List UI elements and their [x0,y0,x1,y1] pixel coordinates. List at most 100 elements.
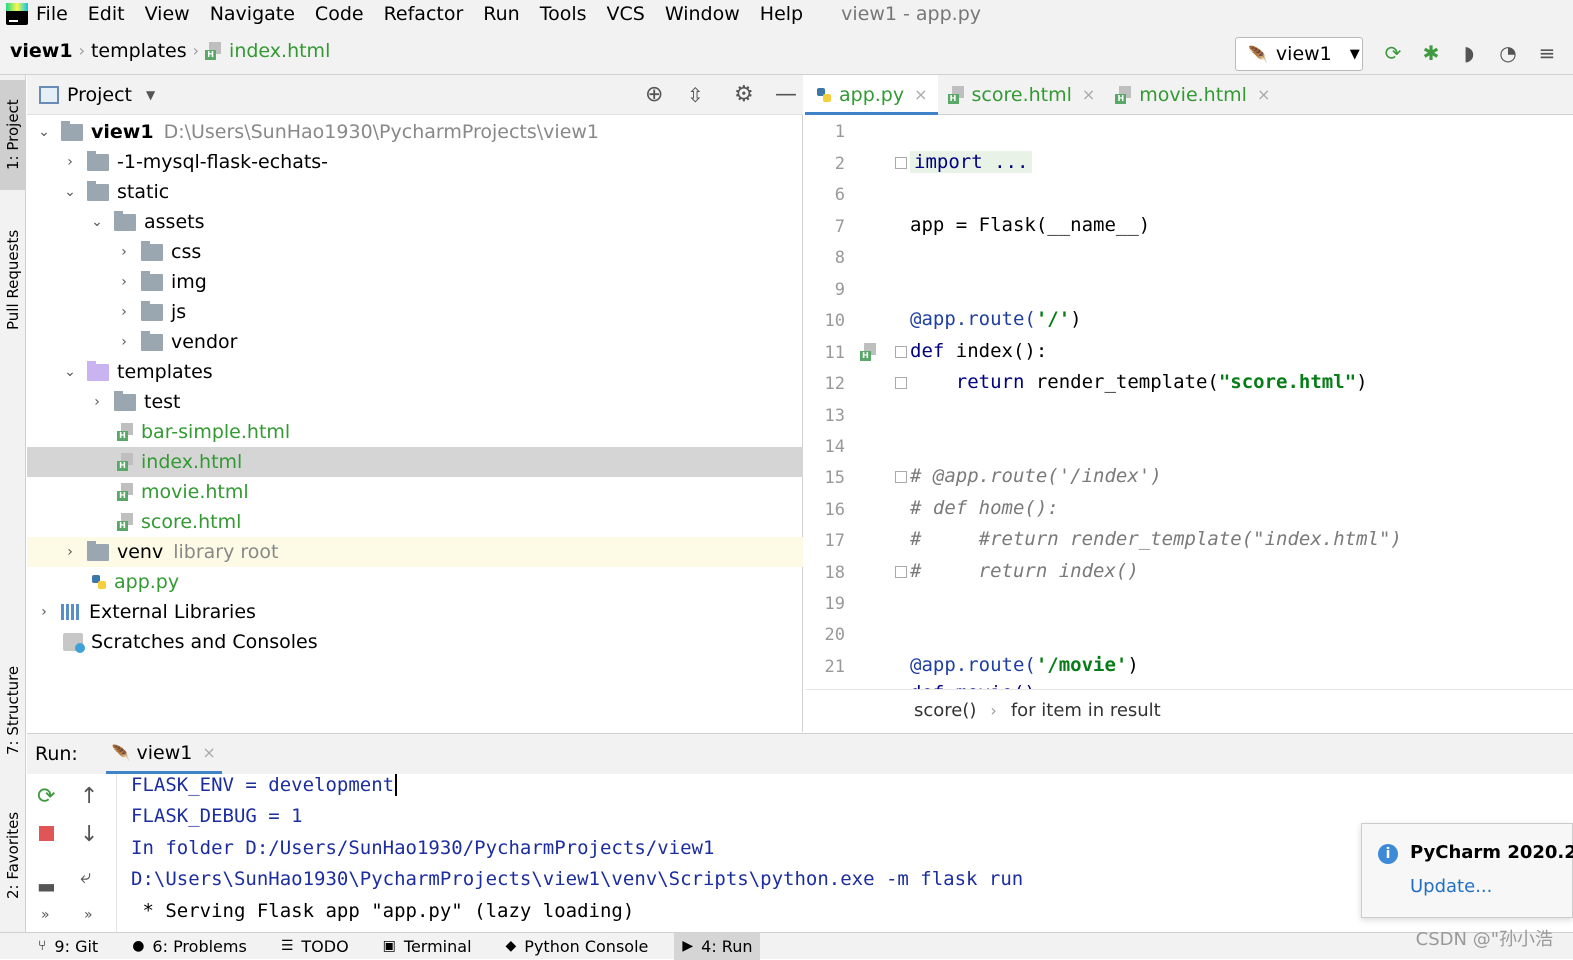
profile-icon[interactable]: ◔ [1497,42,1519,64]
code-line-comment[interactable]: # def home(): [910,497,1059,519]
run-tab-view1[interactable]: 🪶 view1 × [105,734,222,774]
tree-item-external-libraries[interactable]: › External Libraries [27,597,803,627]
rerun-icon[interactable]: ⟳ [1382,42,1404,64]
breadcrumb-function[interactable]: score() [914,700,976,721]
code-line-route-root[interactable]: @app.route('/') [910,308,1082,330]
chevron-down-icon[interactable]: ⌄ [63,364,77,380]
menu-refactor[interactable]: Refactor [384,3,464,25]
tree-root[interactable]: ⌄ view1 D:\Users\SunHao1930\PycharmProje… [27,117,803,147]
fold-marker-icon[interactable] [895,346,907,358]
chevron-right-icon[interactable]: › [117,274,131,290]
menu-code[interactable]: Code [315,3,364,25]
tool-tab-project[interactable]: 1: Project [0,80,26,190]
bottom-tab-python-console[interactable]: ◆ Python Console [498,933,657,960]
code-line-import[interactable]: import ... [910,151,1033,173]
tree-item-vendor[interactable]: › vendor [27,327,803,357]
tree-item-mysql-flask[interactable]: › -1-mysql-flask-echats- [27,147,803,177]
chevron-right-icon[interactable]: › [37,604,51,620]
bottom-tab-todo[interactable]: ☰ TODO [273,933,357,960]
hide-panel-icon[interactable]: — [775,82,797,107]
close-icon[interactable]: × [914,85,927,104]
tree-item-static[interactable]: ⌄ static [27,177,803,207]
locate-icon[interactable]: ⊕ [645,82,663,107]
close-icon[interactable]: × [202,743,215,762]
gear-icon[interactable]: ⚙ [734,82,754,107]
layout-icon[interactable]: ▬ [37,874,56,898]
fold-marker-icon[interactable] [895,157,907,169]
code-line-route-movie[interactable]: @app.route('/movie') [910,654,1139,676]
fold-marker-icon[interactable] [895,566,907,578]
breadcrumb-templates[interactable]: templates [91,40,187,62]
menu-tools[interactable]: Tools [540,3,587,25]
close-icon[interactable]: × [1082,85,1095,104]
tree-item-scratches[interactable]: Scratches and Consoles [27,627,803,657]
soft-wrap-icon[interactable]: ⤶ [80,864,91,888]
tab-score-html[interactable]: score.html × [938,75,1106,115]
chevron-right-icon[interactable]: › [117,304,131,320]
arrow-down-icon[interactable]: ↓ [80,822,98,847]
chevron-down-icon[interactable]: ⌄ [63,184,77,200]
tree-item-index-selected[interactable]: index.html [27,447,803,477]
rerun-icon[interactable]: ⟳ [37,784,55,809]
tool-tab-pull-requests[interactable]: Pull Requests [0,210,26,350]
tree-item-venv[interactable]: › venv library root [27,537,803,567]
menu-run[interactable]: Run [483,3,519,25]
close-icon[interactable]: × [1257,85,1270,104]
chevron-down-icon[interactable]: ⌄ [90,214,104,230]
fold-marker-icon[interactable] [895,377,907,389]
chevron-down-icon[interactable]: ▼ [146,88,155,102]
code-line-comment[interactable]: # #return render_template("index.html") [910,528,1402,550]
more-icon[interactable]: » [84,907,93,923]
arrow-up-icon[interactable]: ↑ [80,784,98,809]
collapse-all-icon[interactable]: ⇳ [687,83,704,107]
tab-app-py[interactable]: app.py × [805,74,938,115]
tree-item-movie[interactable]: movie.html [27,477,803,507]
breadcrumb-project[interactable]: view1 [10,40,73,62]
coverage-icon[interactable]: ◗ [1458,42,1480,64]
code-line-return[interactable]: return render_template("score.html") [910,371,1368,393]
project-view-label[interactable]: Project [67,84,132,106]
code-line-comment[interactable]: # @app.route('/index') [910,465,1162,487]
menu-view[interactable]: View [145,3,190,25]
chevron-right-icon[interactable]: › [63,544,77,560]
chevron-down-icon[interactable]: ⌄ [37,124,51,140]
menu-file[interactable]: File [36,3,68,25]
tree-item-test[interactable]: › test [27,387,803,417]
bottom-tab-problems[interactable]: ● 6: Problems [124,933,255,960]
code-line-app[interactable]: app = Flask(__name__) [910,214,1150,236]
code-line-comment[interactable]: # return index() [910,560,1139,582]
tree-item-js[interactable]: › js [27,297,803,327]
bottom-tab-terminal[interactable]: ▣ Terminal [375,933,480,960]
stop-icon[interactable] [39,826,54,841]
chevron-right-icon[interactable]: › [117,334,131,350]
breadcrumb-file[interactable]: index.html [205,40,330,62]
menu-help[interactable]: Help [760,3,803,25]
tool-tab-structure[interactable]: 7: Structure [0,650,26,770]
tree-item-assets[interactable]: ⌄ assets [27,207,803,237]
tree-item-bar-simple[interactable]: bar-simple.html [27,417,803,447]
tool-tab-favorites[interactable]: 2: Favorites [0,795,26,915]
code-line-def-index[interactable]: def index(): [910,340,1047,362]
tree-item-score[interactable]: score.html [27,507,803,537]
menu-navigate[interactable]: Navigate [210,3,295,25]
tree-item-app-py[interactable]: app.py [27,567,803,597]
tree-item-css[interactable]: › css [27,237,803,267]
run-configuration-select[interactable]: 🪶 view1 ▼ [1235,37,1363,71]
more-icon[interactable]: » [41,907,50,923]
tree-item-img[interactable]: › img [27,267,803,297]
update-link[interactable]: Update... [1410,876,1492,897]
menu-vcs[interactable]: VCS [607,3,645,25]
chevron-right-icon[interactable]: › [117,244,131,260]
bottom-tab-git[interactable]: ⑂ 9: Git [30,933,106,960]
template-link-gutter-icon[interactable] [860,343,878,361]
menu-window[interactable]: Window [665,3,740,25]
debug-icon[interactable]: ✱ [1420,42,1442,64]
fold-marker-icon[interactable] [895,471,907,483]
chevron-right-icon[interactable]: › [90,394,104,410]
breadcrumb-loop[interactable]: for item in result [1011,700,1161,721]
menu-edit[interactable]: Edit [88,3,125,25]
chevron-right-icon[interactable]: › [63,154,77,170]
more-actions-icon[interactable]: ≡ [1536,42,1558,64]
tree-item-templates[interactable]: ⌄ templates [27,357,803,387]
tab-movie-html[interactable]: movie.html × [1105,75,1280,115]
